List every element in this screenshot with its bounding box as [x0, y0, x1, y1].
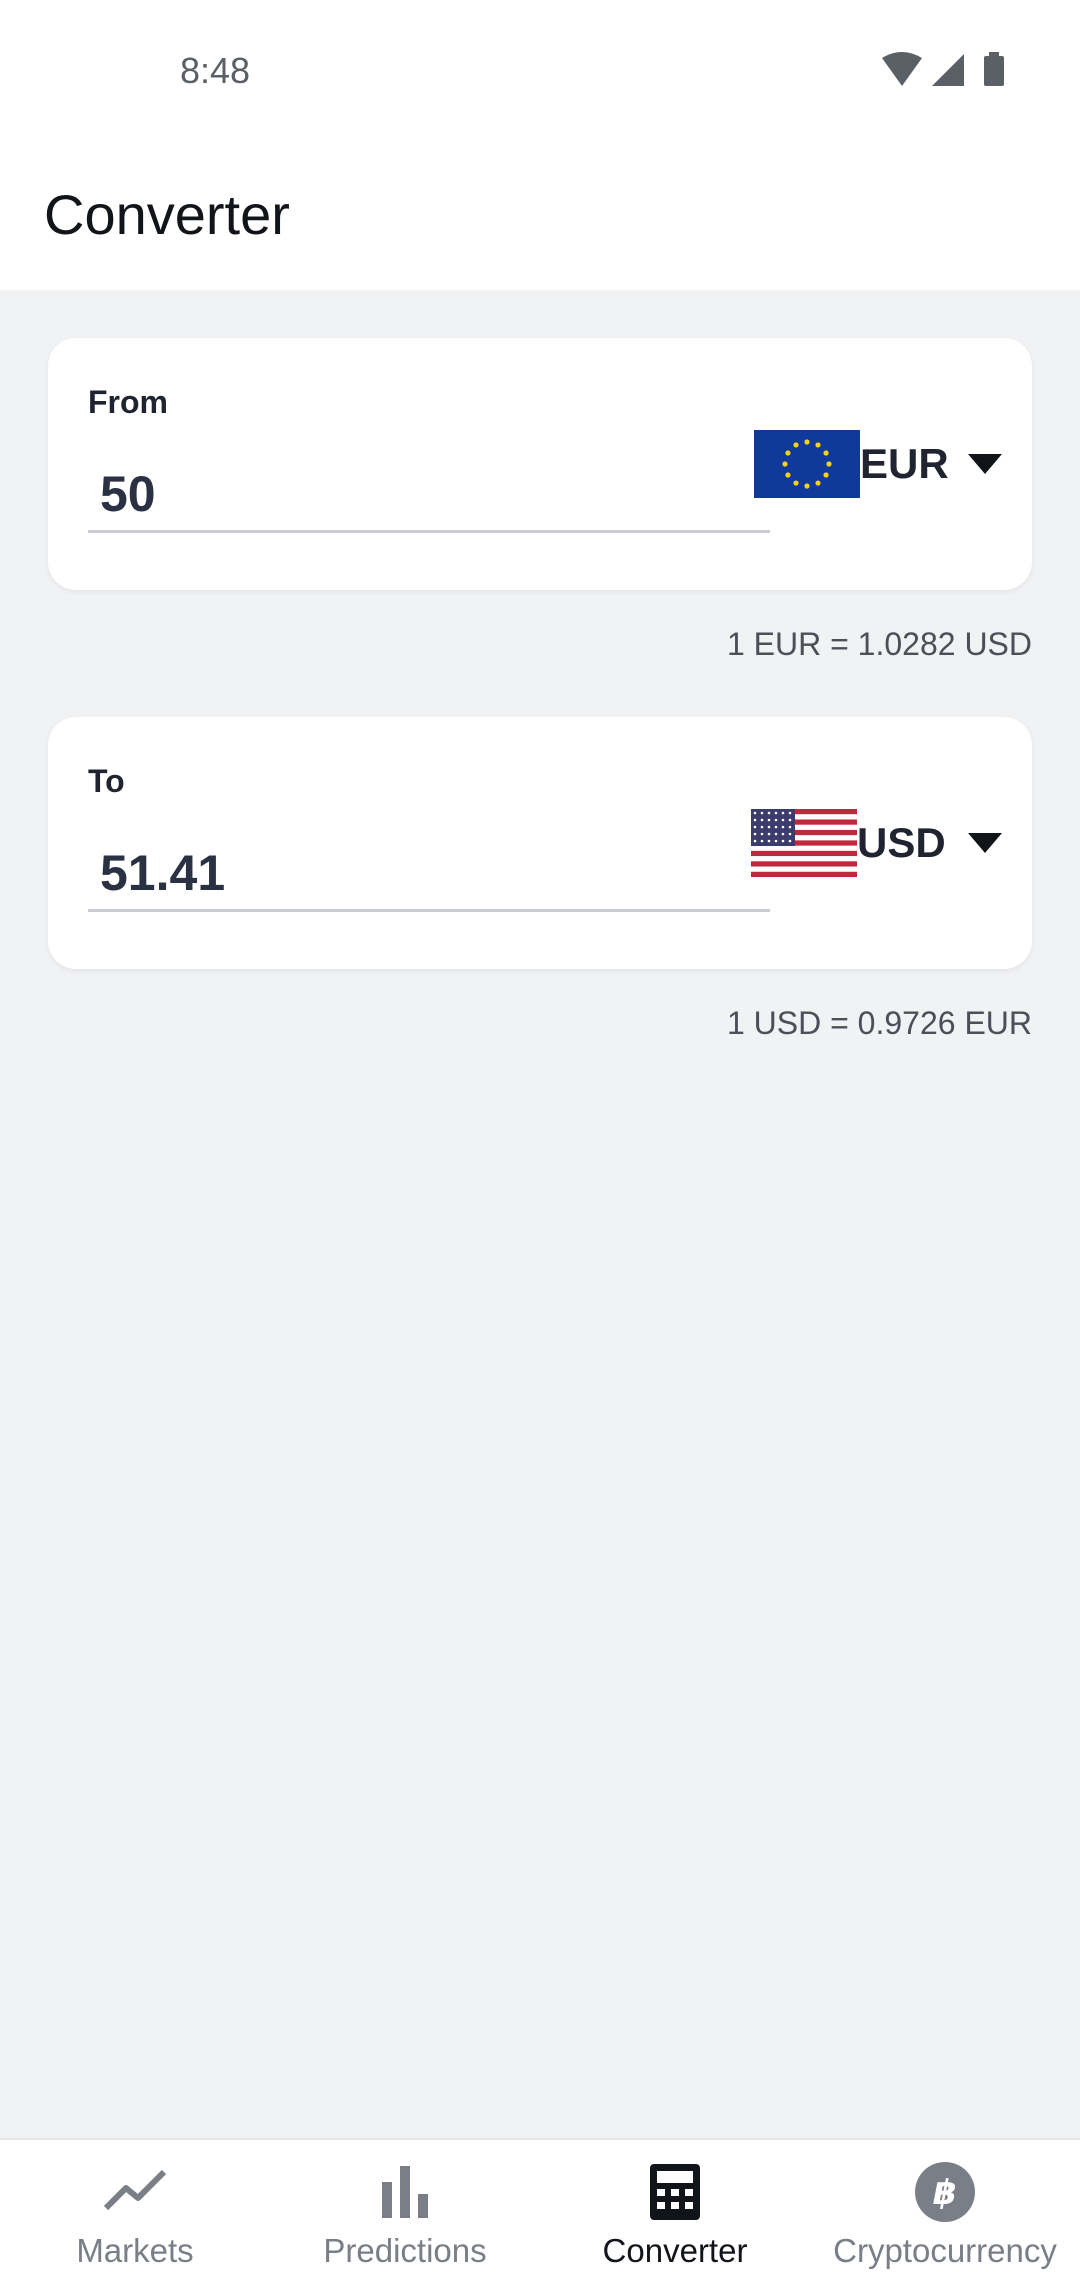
- dropdown-caret-icon: [968, 833, 1002, 853]
- calculator-icon: [650, 2164, 700, 2220]
- bottom-navigation: Markets Predictions Converter ฿ Cryptocu…: [0, 2138, 1080, 2272]
- app-bar: Converter: [0, 140, 1080, 290]
- battery-icon: [984, 52, 1004, 86]
- to-card: To USD: [48, 717, 1032, 969]
- eu-flag-icon: [754, 430, 860, 498]
- nav-item-predictions[interactable]: Predictions: [270, 2140, 540, 2272]
- signal-icon: [932, 54, 964, 86]
- from-label: From: [88, 384, 168, 420]
- status-bar: 8:48: [0, 0, 1080, 140]
- nav-item-markets[interactable]: Markets: [0, 2140, 270, 2272]
- nav-label-predictions: Predictions: [323, 2232, 487, 2269]
- nav-label-converter: Converter: [602, 2232, 748, 2269]
- page-title: Converter: [44, 183, 290, 246]
- from-amount-input[interactable]: [88, 458, 770, 533]
- svg-text:฿: ฿: [933, 2173, 957, 2213]
- nav-item-cryptocurrency[interactable]: ฿ Cryptocurrency: [810, 2140, 1080, 2272]
- nav-label-markets: Markets: [76, 2232, 194, 2269]
- nav-item-converter[interactable]: Converter: [540, 2140, 810, 2272]
- bar-chart-icon: [382, 2166, 428, 2218]
- bitcoin-icon: ฿: [915, 2162, 975, 2222]
- us-flag-icon: [751, 809, 857, 877]
- trending-up-icon: [103, 2169, 167, 2211]
- nav-label-cryptocurrency: Cryptocurrency: [833, 2232, 1057, 2269]
- status-icons: [882, 52, 1004, 86]
- from-card: From EUR: [48, 338, 1032, 590]
- to-exchange-rate: 1 USD = 0.9726 EUR: [726, 1005, 1032, 1041]
- to-amount-input[interactable]: [88, 837, 770, 912]
- status-time: 8:48: [180, 50, 251, 91]
- from-exchange-rate: 1 EUR = 1.0282 USD: [726, 626, 1032, 662]
- wifi-icon: [882, 52, 922, 86]
- to-currency-select[interactable]: USD: [751, 809, 1021, 879]
- to-currency-code: USD: [857, 819, 946, 866]
- from-currency-code: EUR: [860, 440, 949, 487]
- from-currency-select[interactable]: EUR: [754, 430, 1024, 500]
- dropdown-caret-icon: [968, 454, 1002, 474]
- to-label: To: [88, 763, 125, 799]
